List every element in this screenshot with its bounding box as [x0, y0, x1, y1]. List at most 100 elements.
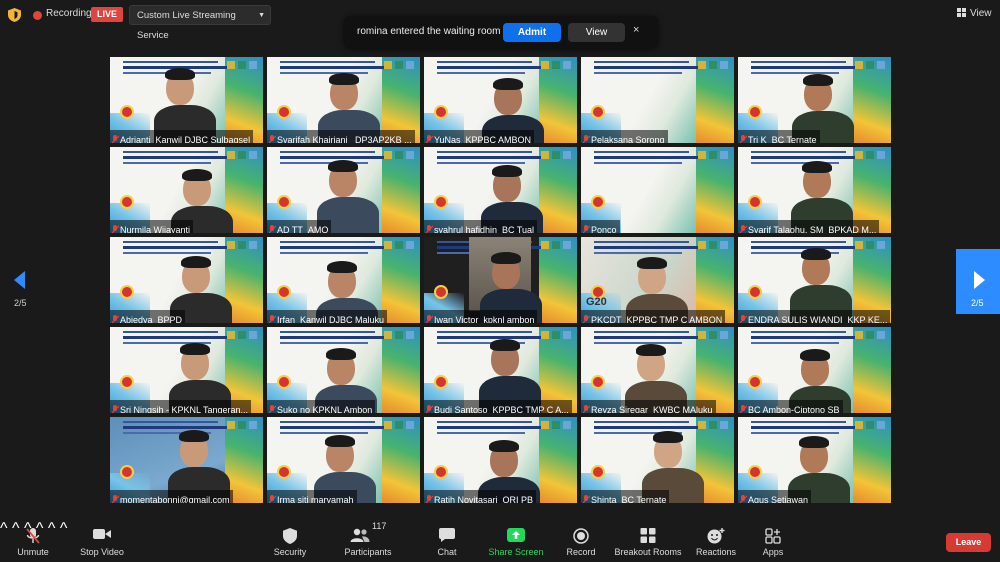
stream-service-dropdown[interactable]: Custom Live Streaming Service ▼ — [129, 5, 271, 41]
previous-page-arrow-icon[interactable] — [14, 271, 25, 289]
participant-name: ENDRA SULIS WIANDI_KKP KE... — [748, 315, 888, 323]
leave-button[interactable]: Leave — [946, 533, 991, 552]
share-screen-button[interactable]: Share Screen — [488, 520, 544, 562]
slide-title-line — [437, 421, 532, 423]
participants-button[interactable]: 117 Participants — [342, 520, 394, 562]
reactions-button[interactable]: Reactions — [694, 520, 738, 562]
view-waiting-room-button[interactable]: View — [568, 23, 625, 42]
partner-logos-icon — [541, 421, 571, 429]
slide-title-line — [437, 331, 532, 333]
slide-title-line — [123, 61, 218, 63]
share-screen-label: Share Screen — [488, 547, 544, 557]
muted-microphone-icon — [740, 405, 747, 413]
participant-video-tile[interactable]: momentabonni@gmail.com — [110, 417, 263, 503]
muted-microphone-icon — [740, 495, 747, 503]
slide-title-line — [751, 342, 839, 344]
unmute-label: Unmute — [17, 547, 49, 557]
record-button[interactable]: Record — [563, 520, 599, 562]
chevron-up-icon[interactable]: ^ — [60, 520, 68, 537]
breakout-rooms-button[interactable]: Breakout Rooms — [613, 520, 683, 562]
participant-name: BC Ambon-Ciptono SB — [748, 405, 840, 413]
participant-video-tile[interactable]: Budi Santoso_KPPBC TMP C A... — [424, 327, 577, 413]
slide-title-line — [751, 336, 861, 339]
participant-video-tile[interactable]: Pelaksana Sorong — [581, 57, 734, 143]
breakout-rooms-label: Breakout Rooms — [614, 547, 682, 557]
asean-logo-icon — [120, 195, 134, 209]
apps-button[interactable]: Apps — [757, 520, 789, 562]
participant-video-tile[interactable]: Tri K_BC Ternate — [738, 57, 891, 143]
participant-video-tile[interactable]: Suko no KPKNL Ambon — [267, 327, 420, 413]
participant-name-bar: Iwan Victor_kpknl ambon — [424, 310, 538, 323]
slide-title-line — [123, 156, 233, 159]
participant-name-bar: syahrul hafidhin_BC Tual — [424, 220, 538, 233]
slide-title-line — [280, 331, 375, 333]
slide-decoration — [539, 237, 577, 323]
participant-video-tile[interactable]: Syarif Talaohu, SM_BPKAD M... — [738, 147, 891, 233]
participant-video-tile[interactable]: YuNas_KPPBC AMBON — [424, 57, 577, 143]
asean-logo-icon — [277, 375, 291, 389]
stop-video-button[interactable]: Stop Video — [78, 520, 126, 562]
muted-microphone-icon — [112, 225, 119, 233]
participant-video-tile[interactable]: Ponco — [581, 147, 734, 233]
live-badge[interactable]: LIVE — [91, 7, 123, 22]
unmute-button[interactable]: Unmute — [12, 520, 54, 562]
slide-title-line — [123, 426, 233, 429]
close-icon[interactable]: × — [633, 24, 639, 36]
participant-video-tile[interactable]: Iwan Victor_kpknl ambon — [424, 237, 577, 323]
admit-button[interactable]: Admit — [503, 23, 561, 42]
participant-video-tile[interactable]: Abiedya_BPPD — [110, 237, 263, 323]
participant-video-tile[interactable]: Adrianti_Kanwil DJBC Sulbagsel — [110, 57, 263, 143]
slide-title-line — [751, 331, 846, 333]
asean-logo-icon — [120, 105, 134, 119]
slide-title-line — [280, 61, 375, 63]
slide-title-line — [437, 162, 525, 164]
participant-name-bar: Suko no KPKNL Ambon — [267, 400, 376, 413]
participant-video-tile[interactable]: AD TT_AMQ — [267, 147, 420, 233]
security-label: Security — [273, 547, 307, 557]
shield-icon — [283, 528, 297, 544]
slide-title-line — [123, 331, 218, 333]
participant-video-tile[interactable]: Irfan_Kanwil DJBC Maluku — [267, 237, 420, 323]
slide-title-line — [123, 241, 218, 243]
participant-name-bar: Agus Setiawan — [738, 490, 812, 503]
slide-title-line — [751, 61, 846, 63]
participant-video-tile[interactable]: Syarifah Khairiani_ DP3AP2KB ... — [267, 57, 420, 143]
participant-video-tile[interactable]: Agus Setiawan — [738, 417, 891, 503]
participant-video-tile[interactable]: syahrul hafidhin_BC Tual — [424, 147, 577, 233]
partner-logos-icon — [227, 241, 257, 249]
participant-name: Shinta_BC Ternate — [591, 495, 667, 503]
chat-button[interactable]: Chat — [432, 520, 462, 562]
slide-title-line — [751, 66, 861, 69]
view-layout-button[interactable]: View — [957, 8, 992, 19]
apps-icon — [765, 528, 781, 544]
participant-video-tile[interactable]: Irma siti maryamah — [267, 417, 420, 503]
participant-video-tile[interactable]: Shinta_BC Ternate — [581, 417, 734, 503]
slide-title-line — [594, 331, 689, 333]
chat-label: Chat — [437, 547, 457, 557]
slide-title-line — [123, 246, 233, 249]
participant-video-tile[interactable]: ENDRA SULIS WIANDI_KKP KE... — [738, 237, 891, 323]
security-button[interactable]: Security — [270, 520, 310, 562]
asean-logo-icon — [277, 195, 291, 209]
chevron-up-icon[interactable]: ^ — [0, 520, 8, 537]
participant-video-tile[interactable]: Sri Ningsih - KPKNL Tangeran... — [110, 327, 263, 413]
participant-name-bar: Sri Ningsih - KPKNL Tangeran... — [110, 400, 252, 413]
slide-title-line — [594, 156, 704, 159]
muted-microphone-icon — [269, 405, 276, 413]
participant-video-tile[interactable]: Reyza Siregar_KWBC MAluku — [581, 327, 734, 413]
asean-logo-icon — [591, 375, 605, 389]
participant-name: momentabonni@gmail.com — [120, 495, 230, 503]
participant-video-tile[interactable]: Nurmila Wijayanti — [110, 147, 263, 233]
slide-title-line — [751, 426, 861, 429]
participant-video-tile[interactable]: BC Ambon-Ciptono SB — [738, 327, 891, 413]
muted-microphone-icon — [112, 495, 119, 503]
participant-video-tile[interactable]: Ratih Novitasari_ORI PB — [424, 417, 577, 503]
participant-name-bar: PKCDT_KPPBC TMP C AMBON — [581, 310, 726, 323]
next-page-arrow-icon — [974, 271, 985, 289]
participant-video-tile[interactable]: G20 PKCDT_KPPBC TMP C AMBON — [581, 237, 734, 323]
next-page-button[interactable]: 2/5 — [956, 249, 1000, 314]
participant-name-bar: Tri K_BC Ternate — [738, 130, 820, 143]
partner-logos-icon — [227, 421, 257, 429]
shield-icon[interactable] — [8, 8, 21, 22]
partner-logos-icon — [541, 61, 571, 69]
